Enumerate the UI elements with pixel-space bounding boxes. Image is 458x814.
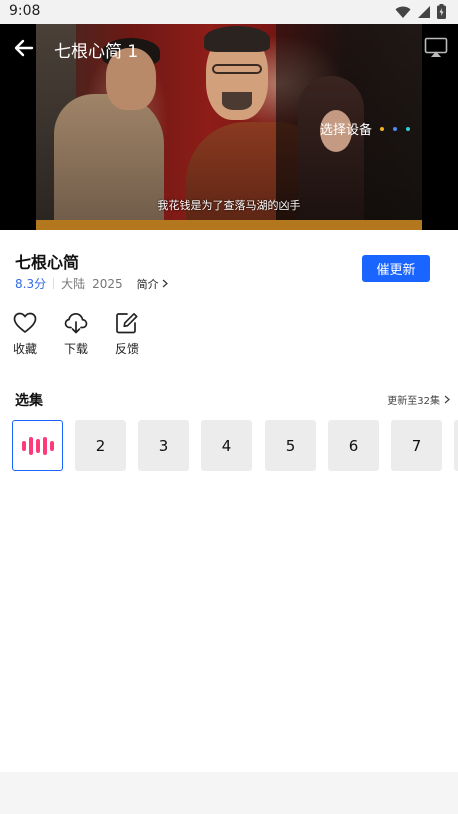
intro-label: 简介 xyxy=(136,277,159,291)
request-update-button[interactable]: 催更新 xyxy=(362,255,430,282)
status-time: 9:08 xyxy=(9,3,41,19)
video-player[interactable]: 七根心简 1 选择设备 我花钱是为了查落马湖的凶手 xyxy=(0,24,458,230)
status-icons xyxy=(395,4,446,19)
episode-item[interactable]: 4 xyxy=(201,420,252,471)
intro-link[interactable]: 简介 xyxy=(137,276,168,292)
wifi-icon xyxy=(395,6,411,18)
episode-item[interactable]: 3 xyxy=(138,420,189,471)
episode-item[interactable]: 6 xyxy=(328,420,379,471)
loading-dot xyxy=(393,126,398,131)
heart-icon xyxy=(13,312,37,333)
back-arrow-icon[interactable] xyxy=(12,36,36,60)
status-bar: 9:08 xyxy=(0,0,458,24)
episode-item[interactable]: 5 xyxy=(265,420,316,471)
playing-bars-icon xyxy=(21,436,54,455)
favorite-label: 收藏 xyxy=(12,342,37,356)
episode-item[interactable]: 7 xyxy=(391,420,442,471)
episodes-title: 选集 xyxy=(15,393,43,409)
show-title: 七根心简 xyxy=(15,253,80,272)
select-device-prompt[interactable]: 选择设备 xyxy=(320,119,411,138)
rating: 8.3分 xyxy=(15,277,47,291)
episodes-updated-link[interactable]: 更新至32集 xyxy=(387,392,450,407)
loading-dots xyxy=(380,126,411,131)
loading-dot xyxy=(380,126,385,131)
meta-divider xyxy=(53,278,55,289)
episodes-updated-label: 更新至32集 xyxy=(387,396,440,407)
chevron-right-icon xyxy=(162,279,168,288)
signal-icon xyxy=(418,5,430,18)
episode-item-overflow xyxy=(454,420,458,471)
select-device-label: 选择设备 xyxy=(320,123,373,138)
video-title: 七根心简 1 xyxy=(54,42,139,62)
episode-1-playing[interactable] xyxy=(12,420,63,471)
feedback-button[interactable]: 反馈 xyxy=(107,312,147,357)
video-subtitle: 我花钱是为了查落马湖的凶手 xyxy=(157,199,301,212)
action-bar: 收藏 下载 反馈 xyxy=(0,312,458,358)
favorite-button[interactable]: 收藏 xyxy=(5,312,45,357)
player-topbar: 七根心简 1 xyxy=(0,24,458,72)
download-button[interactable]: 下载 xyxy=(56,312,96,357)
show-meta: 8.3分 大陆 2025 简介 xyxy=(15,275,168,292)
loading-dot xyxy=(406,126,411,131)
bottom-strip xyxy=(0,772,458,814)
cast-icon[interactable] xyxy=(424,37,448,59)
chevron-right-icon xyxy=(444,395,450,404)
episodes-header: 选集 更新至32集 xyxy=(0,388,458,409)
battery-icon xyxy=(437,4,446,19)
region: 大陆 xyxy=(61,277,86,291)
edit-icon xyxy=(116,313,138,334)
cloud-download-icon xyxy=(64,312,88,334)
year: 2025 xyxy=(92,276,123,291)
episode-item[interactable]: 2 xyxy=(75,420,126,471)
download-label: 下载 xyxy=(63,342,88,356)
episode-list: 2 3 4 5 6 7 xyxy=(0,420,458,471)
feedback-label: 反馈 xyxy=(114,342,139,356)
